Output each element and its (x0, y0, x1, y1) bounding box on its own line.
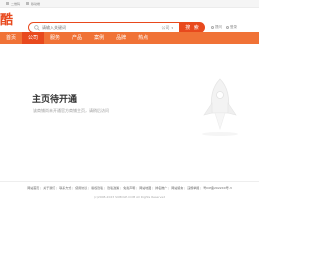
top-utility-bar: 二维码 移动端 (0, 0, 259, 8)
chevron-down-icon: ▾ (171, 26, 173, 30)
footer-link-promotion[interactable]: 排名推广 (155, 186, 167, 190)
footer-link-copyright[interactable]: 版权隐私 (91, 186, 103, 190)
nav-item-company[interactable]: 公司 (22, 32, 45, 44)
login-link[interactable]: 登录 (226, 25, 237, 30)
page-description: 该商铺尚未开通官方商铺主页，请稍后访问 (33, 108, 109, 113)
footer-link-terms[interactable]: 使用协议 (75, 186, 87, 190)
footer-link-home[interactable]: 网站首页 (27, 186, 39, 190)
footer-link-disclaimer[interactable]: 免责声明 (123, 186, 135, 190)
ask-link[interactable]: 提问 (211, 25, 222, 30)
footer-divider (0, 181, 259, 182)
site-header: 酷乐 公司 ▾ 搜 索 提问 登录 (0, 8, 259, 33)
copyright-text: (c)2008-2023 SUBOLE.COM All Rights Reser… (93, 195, 166, 199)
user-icon (226, 26, 229, 29)
footer-link-privacy[interactable]: 隐私政策 (107, 186, 119, 190)
ask-label: 提问 (215, 25, 222, 29)
footer-link-about[interactable]: 关于我们 (43, 186, 55, 190)
rocket-illustration-icon (202, 78, 238, 136)
footer-link-report[interactable]: 违规举报 (187, 186, 199, 190)
footer-links: 网站首页| 关于我们| 联系方式| 使用协议| 版权隐私| 隐私政策| 免责声明… (27, 186, 232, 190)
search-icon (34, 24, 40, 31)
footer-link-contact[interactable]: 联系方式 (59, 186, 71, 190)
main-nav: 首页 公司 服务 产品 案例 品牌 热点 (0, 32, 259, 44)
nav-item-services[interactable]: 服务 (44, 32, 66, 44)
question-icon (211, 26, 214, 29)
footer-link-sitemap[interactable]: 网站地图 (139, 186, 151, 190)
nav-item-products[interactable]: 产品 (66, 32, 88, 44)
site-logo[interactable]: 酷乐 (0, 12, 22, 30)
topbar-qrcode-label: 二维码 (11, 1, 21, 6)
nav-item-cases[interactable]: 案例 (88, 32, 110, 44)
topbar-qrcode-link[interactable]: 二维码 (6, 2, 20, 6)
search-input[interactable] (42, 25, 142, 30)
footer-icp-link[interactable]: 粤ICP备2022XX号-3 (203, 186, 232, 190)
nav-item-home[interactable]: 首页 (0, 32, 22, 44)
page-title: 主页待开通 (32, 95, 78, 105)
search-type-select[interactable]: 公司 ▾ (161, 25, 173, 31)
search-type-label: 公司 (161, 25, 170, 30)
footer-link-message[interactable]: 网站留言 (171, 186, 183, 190)
nav-item-brands[interactable]: 品牌 (110, 32, 132, 44)
qrcode-icon (6, 2, 9, 5)
header-links: 提问 登录 (211, 25, 241, 30)
mobile-icon (26, 2, 30, 5)
login-label: 登录 (230, 25, 237, 29)
nav-item-hot[interactable]: 热点 (132, 32, 154, 44)
topbar-mobile-label: 移动端 (31, 1, 41, 6)
topbar-mobile-link[interactable]: 移动端 (26, 2, 40, 6)
